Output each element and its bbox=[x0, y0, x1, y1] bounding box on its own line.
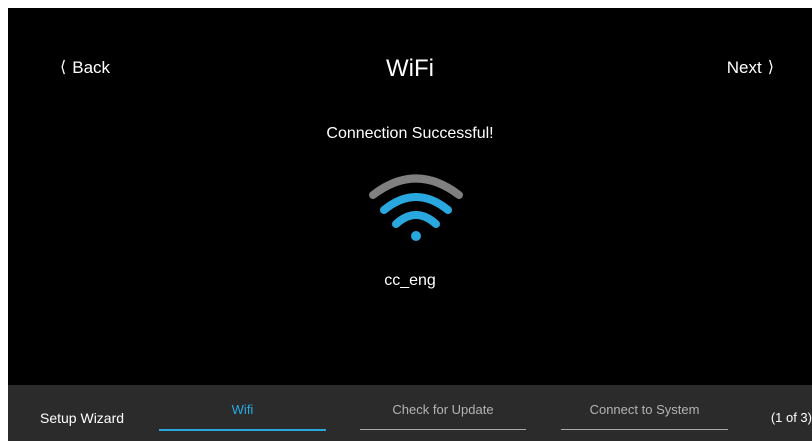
step-tab-wifi[interactable]: Wifi bbox=[159, 385, 326, 441]
wifi-inner-arc bbox=[392, 211, 440, 228]
step-tab-check-for-update[interactable]: Check for Update bbox=[360, 385, 526, 441]
wifi-middle-arc bbox=[380, 193, 452, 214]
wifi-dot bbox=[411, 231, 421, 241]
step-label: Check for Update bbox=[392, 402, 494, 417]
step-label: Connect to System bbox=[589, 402, 700, 417]
step-progress: (1 of 3) bbox=[770, 410, 812, 425]
step-underline bbox=[561, 429, 728, 430]
network-name: cc_eng bbox=[384, 272, 436, 289]
wifi-icon bbox=[369, 174, 463, 241]
page-title: WiFi bbox=[386, 55, 434, 82]
next-label: Next bbox=[726, 58, 762, 77]
wizard-screen: ⟨ Back WiFi Next ⟩ Connection Successful… bbox=[8, 8, 812, 441]
step-underline bbox=[360, 429, 526, 430]
step-tab-connect-to-system[interactable]: Connect to System bbox=[561, 385, 728, 441]
header-bar: ⟨ Back WiFi Next ⟩ bbox=[8, 8, 812, 118]
wizard-label: Setup Wizard bbox=[40, 410, 125, 426]
connection-status: Connection Successful! bbox=[326, 125, 494, 142]
next-button[interactable]: Next ⟩ bbox=[727, 58, 774, 78]
wifi-outer-arc bbox=[369, 174, 463, 199]
wizard-footer: Setup Wizard Wifi Check for Update Conne… bbox=[8, 385, 812, 441]
chevron-right-icon: ⟩ bbox=[767, 59, 774, 76]
step-underline-active bbox=[159, 429, 326, 431]
step-label: Wifi bbox=[231, 402, 254, 417]
